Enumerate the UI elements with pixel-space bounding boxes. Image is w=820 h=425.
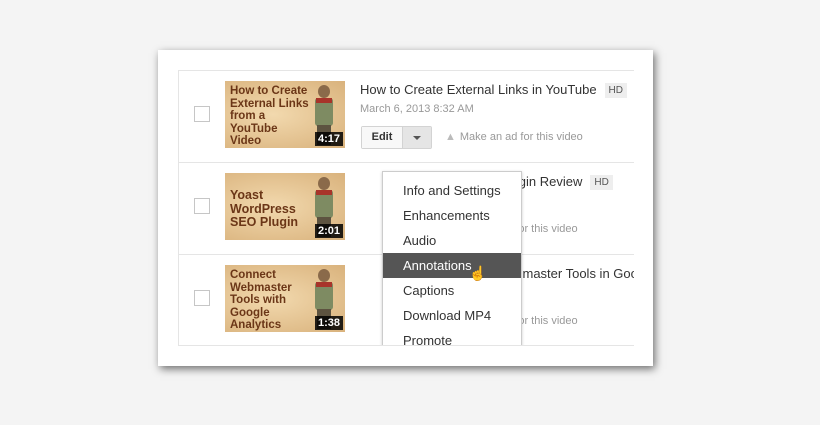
- megaphone-icon: ▲: [445, 131, 456, 143]
- make-ad-label[interactable]: Make an ad for this video: [460, 131, 583, 143]
- video-thumbnail[interactable]: Yoast WordPress SEO Plugin 2:01: [225, 173, 345, 240]
- duration-badge: 1:38: [314, 316, 343, 330]
- menu-item-info-settings[interactable]: Info and Settings: [383, 178, 521, 203]
- video-thumbnail[interactable]: How to Create External Links from a YouT…: [225, 81, 345, 148]
- video-title[interactable]: How to Create External Links in YouTube H…: [360, 82, 627, 98]
- select-checkbox[interactable]: [194, 106, 210, 122]
- edit-split-button[interactable]: Edit: [361, 126, 432, 149]
- hd-badge: HD: [604, 83, 627, 98]
- edit-button[interactable]: Edit: [362, 127, 402, 148]
- video-manager-panel: How to Create External Links from a YouT…: [158, 50, 653, 366]
- select-checkbox[interactable]: [194, 198, 210, 214]
- duration-badge: 2:01: [314, 224, 343, 238]
- upload-date: March 6, 2013 8:32 AM: [360, 103, 474, 115]
- edit-dropdown-menu: Info and Settings Enhancements Audio Ann…: [382, 171, 522, 345]
- hd-badge: HD: [590, 175, 613, 190]
- video-row: How to Create External Links from a YouT…: [179, 71, 634, 163]
- video-list: How to Create External Links from a YouT…: [178, 70, 634, 346]
- video-thumbnail[interactable]: Connect Webmaster Tools with Google Anal…: [225, 265, 345, 332]
- thumbnail-text: How to Create External Links from a YouT…: [230, 85, 309, 147]
- menu-item-promote[interactable]: Promote: [383, 328, 521, 345]
- menu-item-audio[interactable]: Audio: [383, 228, 521, 253]
- thumbnail-text: Connect Webmaster Tools with Google Anal…: [230, 269, 292, 331]
- menu-item-download-mp4[interactable]: Download MP4: [383, 303, 521, 328]
- duration-badge: 4:17: [314, 132, 343, 146]
- menu-item-annotations[interactable]: Annotations ☝: [383, 253, 521, 281]
- menu-item-enhancements[interactable]: Enhancements: [383, 203, 521, 228]
- make-ad-link[interactable]: ▲ Make an ad for this video: [445, 131, 583, 143]
- select-checkbox[interactable]: [194, 290, 210, 306]
- video-title-text[interactable]: How to Create External Links in YouTube: [360, 82, 597, 97]
- thumbnail-text: Yoast WordPress SEO Plugin: [230, 188, 299, 229]
- menu-item-label[interactable]: Annotations: [403, 258, 472, 273]
- hand-cursor-icon: ☝: [469, 265, 487, 281]
- menu-item-captions[interactable]: Captions: [383, 278, 521, 303]
- edit-dropdown-toggle[interactable]: [402, 127, 431, 148]
